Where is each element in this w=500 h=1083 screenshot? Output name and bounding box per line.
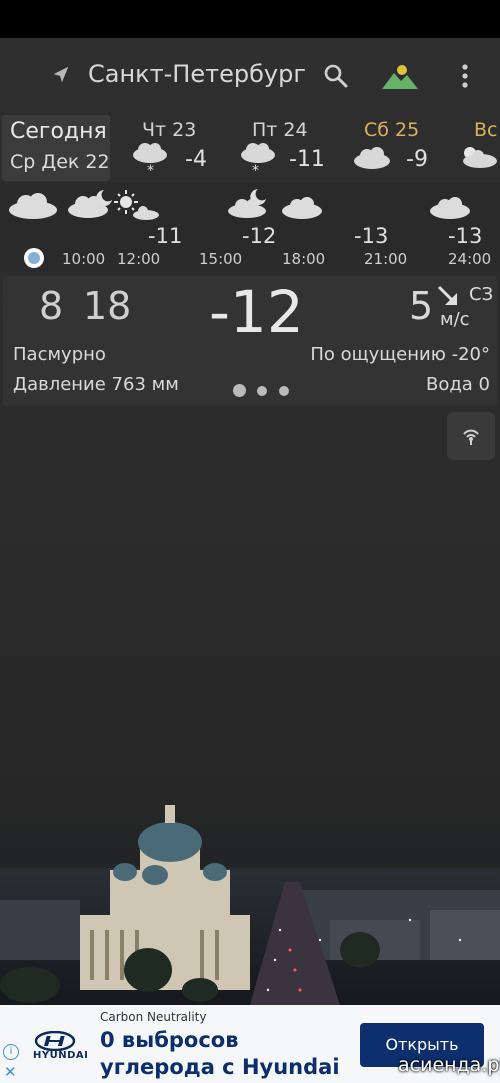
- hourly-temp: -12: [242, 224, 277, 248]
- page-dot: [279, 386, 289, 396]
- water-temperature: Вода 0: [425, 374, 490, 395]
- top-bar: Санкт-Петербург: [0, 50, 500, 102]
- landscape-icon[interactable]: [381, 62, 419, 90]
- day-tab-thu[interactable]: Чт 23 * -4: [130, 115, 220, 181]
- day-name: Вс: [474, 119, 498, 141]
- sun-cloud-icon: [114, 190, 159, 220]
- cloud-icon: [430, 197, 470, 219]
- location-arrow-icon[interactable]: [50, 64, 72, 86]
- sunrise-hour: 8: [39, 284, 64, 328]
- ad-close-icon[interactable]: ✕: [4, 1063, 17, 1081]
- day-tab-fri[interactable]: Пт 24 * -11: [238, 115, 338, 181]
- hyundai-logo-icon: [34, 1031, 76, 1051]
- hourly-time: 21:00: [364, 250, 408, 268]
- partly-sunny-icon: [463, 147, 497, 168]
- hourly-time: 24:00: [448, 250, 492, 268]
- sunset-hour: 18: [83, 284, 132, 328]
- day-tab-today[interactable]: Сегодня Ср Дек 22: [2, 115, 110, 181]
- daily-forecast-strip: Сегодня Ср Дек 22 Чт 23 * -4 Пт 24 * -11…: [0, 115, 500, 181]
- cloud-snow-icon: *: [133, 143, 167, 177]
- day-tab-sat[interactable]: Сб 25 -9: [352, 115, 452, 181]
- ad-info-icon[interactable]: i: [3, 1044, 19, 1060]
- moon-cloud-icon: [68, 190, 112, 218]
- feels-like: По ощущению -20°: [310, 344, 490, 365]
- hourly-forecast[interactable]: -11 -12 -13 -13 10:00 12:00 15:00 18:00 …: [0, 182, 500, 272]
- moon-cloud-icon: [228, 189, 266, 218]
- page-dot-active: [233, 384, 246, 397]
- hourly-temp: -11: [148, 224, 183, 248]
- day-temp: -9: [406, 147, 428, 172]
- condition-text: Пасмурно: [13, 344, 106, 365]
- day-name: Пт 24: [252, 119, 308, 141]
- cloud-icon: [9, 193, 57, 219]
- hourly-time: 10:00: [62, 250, 106, 268]
- day-name: Чт 23: [142, 119, 197, 141]
- current-time-marker: [24, 248, 44, 268]
- ad-brand-name: HYUNDAI: [33, 1050, 89, 1061]
- current-temperature: -12: [209, 278, 304, 346]
- more-menu-icon[interactable]: [455, 62, 475, 90]
- watermark: асиенда.ру: [398, 1054, 500, 1076]
- today-date: Ср Дек 22: [10, 151, 110, 173]
- ad-tagline: Carbon Neutrality: [100, 1010, 207, 1024]
- wind-direction-icon: [437, 285, 457, 305]
- radar-button[interactable]: [447, 412, 495, 460]
- hourly-temp: -13: [354, 224, 389, 248]
- ad-headline[interactable]: 0 выбросов углерода с Hyundai: [100, 1027, 360, 1081]
- svg-text:*: *: [147, 163, 154, 177]
- page-dot: [257, 386, 267, 396]
- cloud-icon: [354, 147, 390, 169]
- current-conditions-card[interactable]: 8 18 -12 5 СЗ м/с Пасмурно По ощущению -…: [3, 276, 497, 406]
- wind-direction: СЗ: [469, 284, 494, 305]
- hourly-time: 15:00: [199, 250, 243, 268]
- wind-unit: м/с: [440, 309, 470, 330]
- day-name: Сб 25: [364, 119, 420, 141]
- wind-speed: 5: [409, 284, 434, 328]
- page-indicator: [233, 384, 293, 398]
- radar-icon: [463, 429, 479, 445]
- pressure: Давление 763 мм: [13, 374, 179, 395]
- day-tab-sun[interactable]: Вс: [458, 115, 500, 181]
- hourly-time: 18:00: [282, 250, 326, 268]
- hourly-time: 12:00: [117, 250, 161, 268]
- city-name[interactable]: Санкт-Петербург: [88, 60, 306, 88]
- cloud-icon: [282, 197, 322, 219]
- cloud-snow-icon: *: [241, 143, 275, 177]
- search-icon[interactable]: [323, 63, 349, 89]
- today-label: Сегодня: [10, 119, 107, 144]
- day-temp: -11: [289, 147, 325, 172]
- svg-text:*: *: [252, 163, 259, 177]
- day-temp: -4: [185, 147, 207, 172]
- status-bar: [0, 0, 500, 38]
- hourly-temp: -13: [448, 224, 483, 248]
- city-background-image: [0, 800, 500, 1005]
